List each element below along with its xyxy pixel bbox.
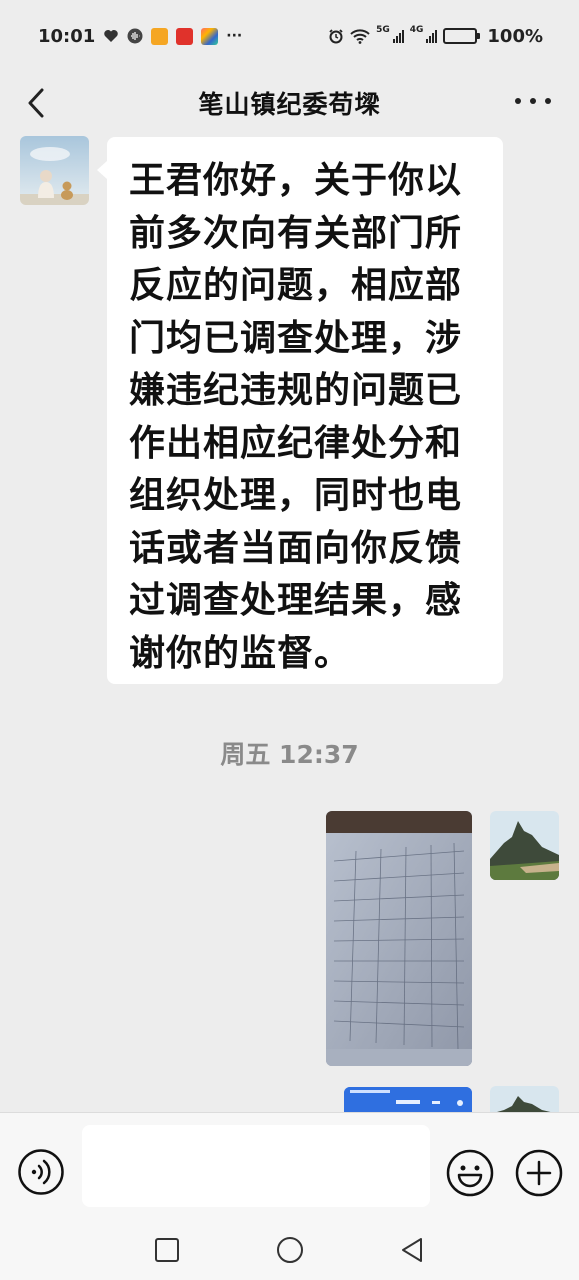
message-input[interactable] xyxy=(82,1125,430,1207)
home-icon[interactable] xyxy=(276,1236,304,1264)
heart-icon xyxy=(104,30,119,42)
wifi-icon xyxy=(350,29,370,44)
status-right: 5G 4G 100% xyxy=(328,25,543,47)
status-bar: 10:01 ··· 5G 4G 100% xyxy=(0,0,579,72)
mountain-avatar-image xyxy=(490,811,559,880)
voice-icon[interactable] xyxy=(18,1149,64,1195)
news-app-icon xyxy=(176,27,194,45)
plus-icon[interactable] xyxy=(515,1149,563,1197)
system-nav-bar xyxy=(0,1220,579,1280)
contact-avatar[interactable] xyxy=(20,136,89,205)
image-message[interactable] xyxy=(326,811,472,1066)
signal-icon-2 xyxy=(426,29,438,43)
my-avatar-2[interactable] xyxy=(490,1086,559,1114)
signal-icon xyxy=(392,29,404,43)
alarm-icon xyxy=(329,29,343,44)
my-avatar[interactable] xyxy=(490,811,559,880)
emoji-icon[interactable] xyxy=(446,1149,494,1197)
screenshot-thumbnail-icon xyxy=(344,1087,472,1113)
status-dots: ··· xyxy=(226,28,243,44)
signal-1-label: 5G xyxy=(376,25,390,35)
status-left: 10:01 ··· xyxy=(38,26,242,47)
battery-icon xyxy=(443,28,481,44)
chat-header: 笔山镇纪委苟墚 xyxy=(0,72,579,134)
signal-2-label: 4G xyxy=(409,25,424,35)
photo-of-document-icon xyxy=(326,811,472,1066)
gift-app-icon xyxy=(201,27,219,45)
chat-title: 笔山镇纪委苟墚 xyxy=(198,90,381,119)
play-app-icon xyxy=(151,27,169,45)
chevron-left-icon[interactable] xyxy=(22,86,52,120)
more-dots-icon[interactable] xyxy=(515,94,551,108)
recent-apps-icon[interactable] xyxy=(154,1237,180,1263)
input-bar xyxy=(0,1112,579,1220)
mountain-avatar-image-2 xyxy=(490,1086,559,1114)
back-icon[interactable] xyxy=(399,1236,425,1264)
status-time: 10:01 xyxy=(38,25,96,47)
battery-percent: 100% xyxy=(487,25,543,47)
voice-app-icon xyxy=(127,28,143,44)
message-bubble-received[interactable]: 王君你好，关于你以前多次向有关部门所反应的问题，相应部门均已调查处理，涉嫌违纪违… xyxy=(97,137,503,684)
image-message-2[interactable] xyxy=(344,1087,472,1113)
avatar-image xyxy=(20,136,89,205)
message-text: 王君你好，关于你以前多次向有关部门所反应的问题，相应部门均已调查处理，涉嫌违纪违… xyxy=(129,160,463,674)
message-timestamp: 周五 12:37 xyxy=(220,740,359,769)
